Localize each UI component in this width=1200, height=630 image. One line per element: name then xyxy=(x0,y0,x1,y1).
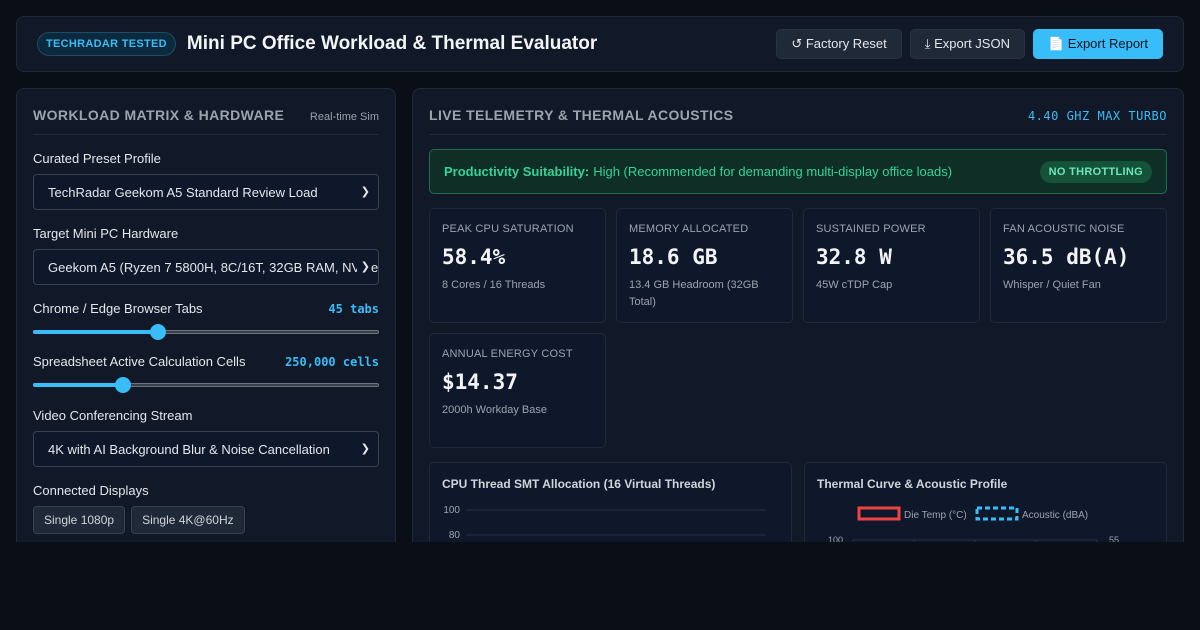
telemetry-panel-header: LIVE TELEMETRY & THERMAL ACOUSTICS 4.40 … xyxy=(429,89,1167,135)
metric-card-title: FAN ACOUSTIC NOISE xyxy=(1003,223,1125,235)
max-turbo-readout: 4.40 GHZ MAX TURBO xyxy=(1027,109,1167,123)
metric-card-value: 58.4% xyxy=(442,245,506,269)
legend-label-acoustic: Acoustic (dBA) xyxy=(1022,510,1088,521)
chevron-down-icon: ❯ xyxy=(356,185,370,198)
video-select[interactable]: 4K with AI Background Blur & Noise Cance… xyxy=(33,431,379,467)
telemetry-panel: LIVE TELEMETRY & THERMAL ACOUSTICS 4.40 … xyxy=(412,88,1184,542)
hardware-label: Target Mini PC Hardware xyxy=(33,226,179,241)
display-option-1080p[interactable]: Single 1080p xyxy=(33,506,126,534)
chart-title: Thermal Curve & Acoustic Profile xyxy=(817,477,1008,491)
metric-card-value: $14.37 xyxy=(442,370,518,394)
metric-card-title: SUSTAINED POWER xyxy=(816,223,926,235)
factory-reset-button[interactable]: ↺ Factory Reset xyxy=(776,29,902,59)
metric-card-power: SUSTAINED POWER 32.8 W 45W cTDP Cap xyxy=(803,208,980,323)
export-json-button[interactable]: ⤓ Export JSON xyxy=(909,29,1025,59)
metric-cards: PEAK CPU SATURATION 58.4% 8 Cores / 16 T… xyxy=(429,208,1167,448)
y-tick-label-right: 55 xyxy=(1109,535,1119,542)
slider-fill xyxy=(33,383,123,387)
metric-card-title: PEAK CPU SATURATION xyxy=(442,223,574,235)
preset-select[interactable]: TechRadar Geekom A5 Standard Review Load… xyxy=(33,174,379,210)
workload-panel: WORKLOAD MATRIX & HARDWARE Real-time Sim… xyxy=(16,88,396,542)
thread-chart-plot: 100 80 60 xyxy=(443,505,766,541)
slider-thumb[interactable] xyxy=(114,377,131,393)
metric-card-value: 18.6 GB xyxy=(629,245,718,269)
slider-fill xyxy=(33,330,158,334)
app-viewport: TECHRADAR TESTED Mini PC Office Workload… xyxy=(0,0,1200,542)
suitability-banner: Productivity Suitability: High (Recommen… xyxy=(429,149,1167,194)
video-select-value: 4K with AI Background Blur & Noise Cance… xyxy=(48,441,330,457)
cells-label: Spreadsheet Active Calculation Cells xyxy=(33,354,246,369)
legend-label-temp: Die Temp (°C) xyxy=(904,510,967,521)
metric-card-title: MEMORY ALLOCATED xyxy=(629,223,749,235)
suitability-text: High (Recommended for demanding multi-di… xyxy=(593,164,953,179)
cells-row: Spreadsheet Active Calculation Cells 250… xyxy=(33,354,379,369)
display-option-4k[interactable]: Single 4K@60Hz xyxy=(131,506,245,534)
cells-value: 250,000 cells xyxy=(285,355,379,369)
displays-options: Single 1080p Single 4K@60Hz xyxy=(33,506,379,534)
hardware-select[interactable]: Geekom A5 (Ryzen 7 5800H, 8C/16T, 32GB R… xyxy=(33,249,379,285)
thermal-chart-plot: Die Temp (°C) Acoustic (dBA) 100 90 55 5… xyxy=(828,506,1119,542)
thermal-acoustic-chart: Thermal Curve & Acoustic Profile Die Tem… xyxy=(804,462,1167,542)
tabs-label: Chrome / Edge Browser Tabs xyxy=(33,301,203,316)
video-label: Video Conferencing Stream xyxy=(33,408,193,423)
legend-swatch-acoustic xyxy=(975,506,1019,521)
metric-card-memory: MEMORY ALLOCATED 18.6 GB 13.4 GB Headroo… xyxy=(616,208,793,323)
tested-badge: TECHRADAR TESTED xyxy=(37,32,176,56)
y-tick-label: 80 xyxy=(449,530,461,541)
hardware-select-value: Geekom A5 (Ryzen 7 5800H, 8C/16T, 32GB R… xyxy=(48,259,379,275)
app-header: TECHRADAR TESTED Mini PC Office Workload… xyxy=(16,16,1184,72)
header-actions: ↺ Factory Reset ⤓ Export JSON 📄 Export R… xyxy=(776,29,1163,59)
chevron-down-icon: ❯ xyxy=(356,260,370,273)
page-title: Mini PC Office Workload & Thermal Evalua… xyxy=(186,33,598,54)
slider-thumb[interactable] xyxy=(149,324,166,340)
preset-select-value: TechRadar Geekom A5 Standard Review Load xyxy=(48,184,318,200)
metric-card-cpu: PEAK CPU SATURATION 58.4% 8 Cores / 16 T… xyxy=(429,208,606,323)
metric-card-value: 32.8 W xyxy=(816,245,892,269)
tabs-value: 45 tabs xyxy=(328,302,379,316)
export-report-button[interactable]: 📄 Export Report xyxy=(1032,29,1163,59)
y-tick-label-left: 100 xyxy=(828,535,843,542)
metric-card-fan: FAN ACOUSTIC NOISE 36.5 dB(A) Whisper / … xyxy=(990,208,1167,323)
chevron-down-icon: ❯ xyxy=(356,442,370,455)
metric-card-sub: Whisper / Quiet Fan xyxy=(1003,279,1101,291)
metric-card-sub: 2000h Workday Base xyxy=(442,404,547,416)
metric-card-sub: 8 Cores / 16 Threads xyxy=(442,279,546,291)
suitability-label: Productivity Suitability: xyxy=(444,164,590,179)
workload-panel-subtitle: Real-time Sim xyxy=(309,111,379,123)
displays-label: Connected Displays xyxy=(33,483,149,498)
tabs-row: Chrome / Edge Browser Tabs 45 tabs xyxy=(33,301,379,316)
preset-label: Curated Preset Profile xyxy=(33,151,161,166)
chart-title: CPU Thread SMT Allocation (16 Virtual Th… xyxy=(442,477,716,491)
charts-row: CPU Thread SMT Allocation (16 Virtual Th… xyxy=(429,462,1167,542)
telemetry-panel-title: LIVE TELEMETRY & THERMAL ACOUSTICS xyxy=(429,107,734,123)
metric-card-title: ANNUAL ENERGY COST xyxy=(442,348,573,360)
thread-allocation-chart: CPU Thread SMT Allocation (16 Virtual Th… xyxy=(429,462,792,542)
metric-card-value: 36.5 dB(A) xyxy=(1003,245,1130,269)
workload-panel-title: WORKLOAD MATRIX & HARDWARE xyxy=(33,107,285,123)
metric-card-sub: 45W cTDP Cap xyxy=(816,279,893,291)
cells-slider[interactable] xyxy=(33,377,379,393)
throttling-status-badge: NO THROTTLING xyxy=(1039,160,1152,183)
legend-swatch-temp xyxy=(857,506,901,521)
tabs-slider[interactable] xyxy=(33,324,379,340)
workload-panel-header: WORKLOAD MATRIX & HARDWARE Real-time Sim xyxy=(33,89,379,135)
metric-card-energy: ANNUAL ENERGY COST $14.37 2000h Workday … xyxy=(429,333,606,448)
y-tick-label: 100 xyxy=(443,505,460,516)
metric-card-sub: 13.4 GB Headroom (32GB Total) xyxy=(629,279,759,308)
